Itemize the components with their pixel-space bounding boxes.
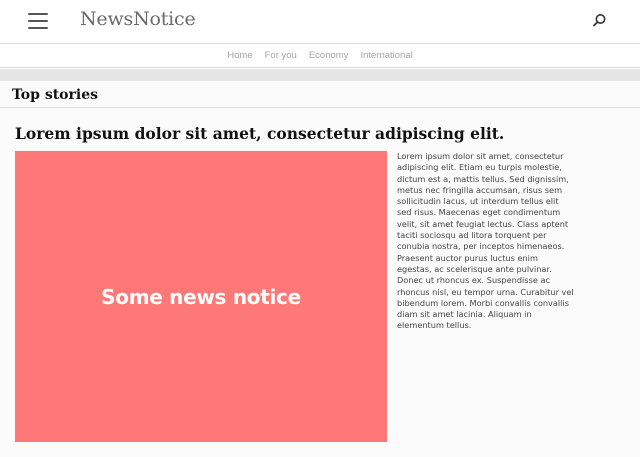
nav-item-for-you[interactable]: For you: [265, 50, 297, 61]
article-body: Lorem ipsum dolor sit amet, consectetur …: [397, 151, 574, 331]
menu-line: [28, 13, 48, 15]
main-content: Top stories Lorem ipsum dolor sit amet, …: [0, 81, 640, 457]
article-image[interactable]: Some news notice: [15, 151, 387, 442]
section-divider: [0, 107, 640, 108]
nav-item-economy[interactable]: Economy: [309, 50, 349, 61]
section-title: Top stories: [12, 87, 98, 103]
nav-item-home[interactable]: Home: [227, 50, 252, 61]
hamburger-menu-icon[interactable]: [28, 13, 48, 29]
separator-band: [0, 69, 640, 81]
article-headline[interactable]: Lorem ipsum dolor sit amet, consectetur …: [15, 124, 504, 143]
top-header: NewsNotice: [0, 0, 640, 44]
nav-item-international[interactable]: International: [360, 50, 412, 61]
article-image-text: Some news notice: [101, 284, 301, 309]
search-icon-graphic: [593, 14, 606, 27]
brand-logo[interactable]: NewsNotice: [80, 8, 196, 30]
menu-line: [28, 27, 48, 29]
category-nav: Home For you Economy International: [0, 44, 640, 68]
search-icon[interactable]: [589, 11, 609, 31]
menu-line: [28, 20, 48, 22]
